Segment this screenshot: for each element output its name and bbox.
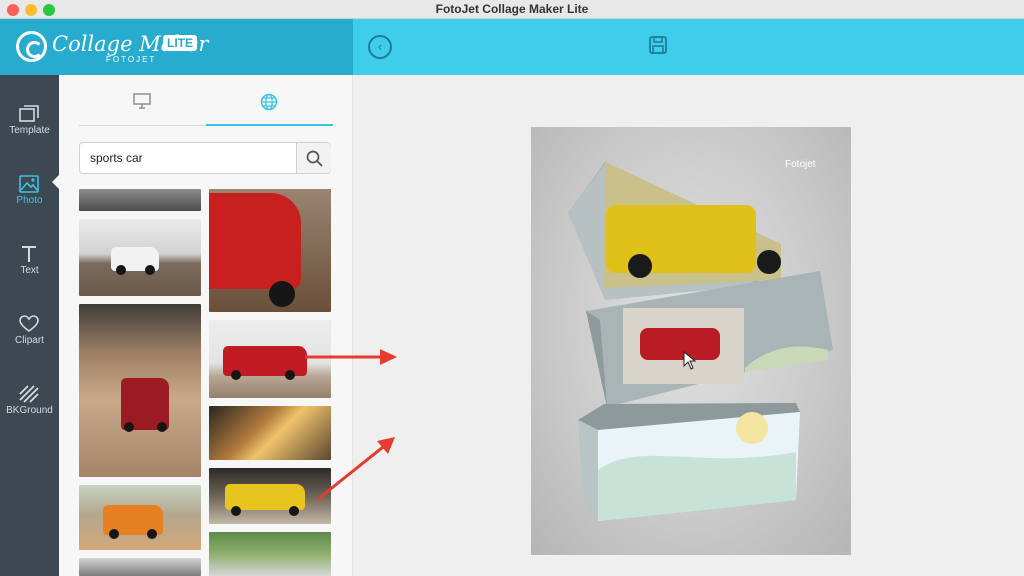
landscape-hill (598, 452, 796, 521)
watermark-text: Fotojet (785, 159, 816, 170)
arrow-head (380, 349, 397, 365)
arrow-line (317, 445, 384, 501)
red-car-photo (640, 328, 720, 360)
collage-3d-frames (305, 162, 833, 521)
sun-shape (736, 412, 768, 444)
rally-car-wheel (757, 250, 781, 274)
rally-car-wheel (628, 254, 652, 278)
bottom-cube-side (578, 420, 598, 521)
